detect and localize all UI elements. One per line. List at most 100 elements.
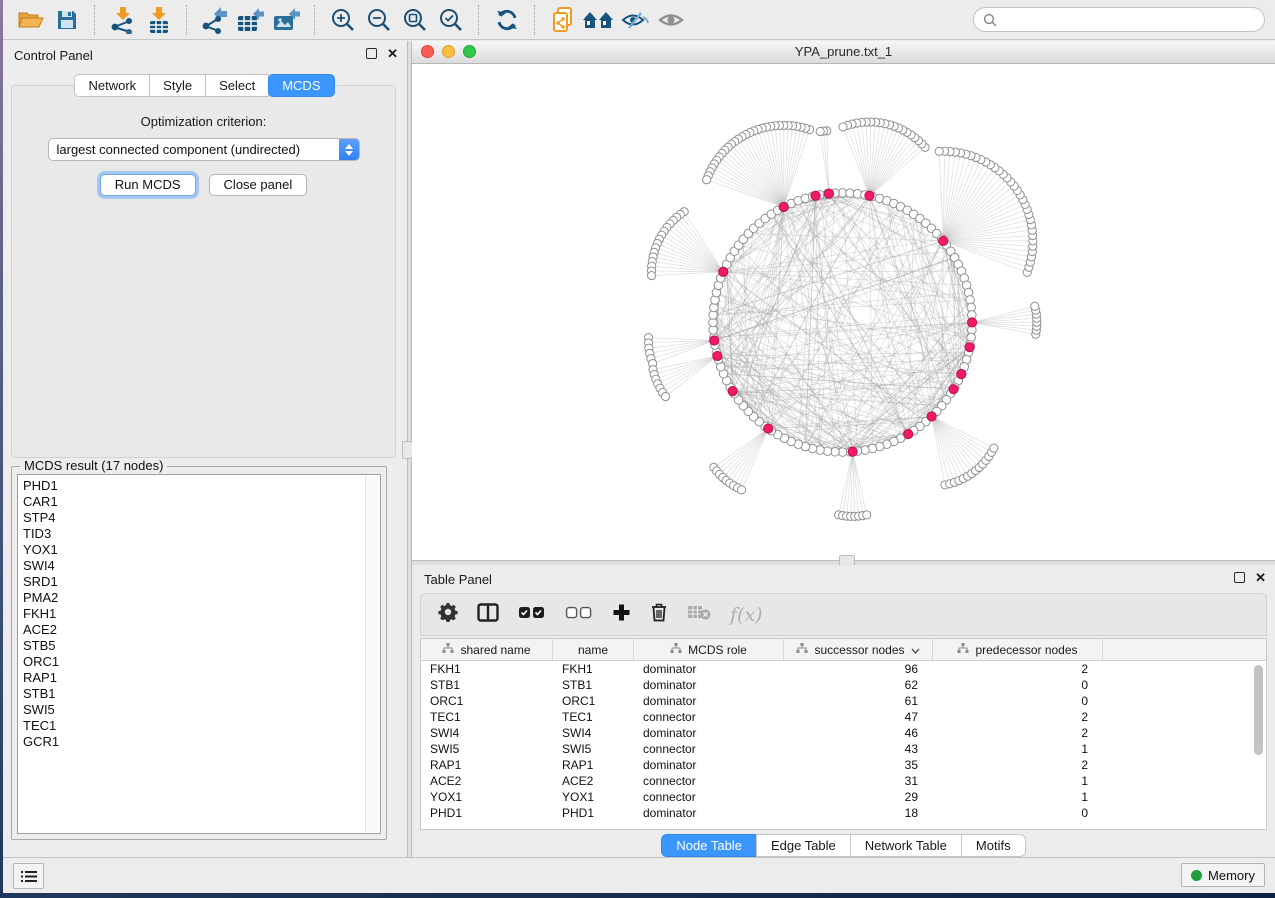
mcds-result-item[interactable]: GCR1 xyxy=(18,734,380,750)
mcds-node[interactable] xyxy=(719,267,728,276)
mcds-node[interactable] xyxy=(779,202,788,211)
table-cell[interactable]: 61 xyxy=(784,694,933,708)
table-cell[interactable]: RAP1 xyxy=(421,758,553,772)
table-cell[interactable]: YOX1 xyxy=(421,790,553,804)
network-node[interactable] xyxy=(1031,302,1039,310)
network-node[interactable] xyxy=(816,127,824,135)
table-cell[interactable]: 43 xyxy=(784,742,933,756)
mcds-result-item[interactable]: ACE2 xyxy=(18,622,380,638)
table-cell[interactable]: dominator xyxy=(634,806,784,820)
table-cell[interactable]: SWI5 xyxy=(421,742,553,756)
save-icon[interactable] xyxy=(49,4,85,36)
mcds-node[interactable] xyxy=(865,191,874,200)
zoom-selected-icon[interactable] xyxy=(433,4,469,36)
table-cell[interactable]: ORC1 xyxy=(553,694,634,708)
mcds-result-item[interactable]: CAR1 xyxy=(18,494,380,510)
clone-network-icon[interactable] xyxy=(545,4,581,36)
criterion-select[interactable]: largest connected component (undirected) xyxy=(48,138,360,161)
open-icon[interactable] xyxy=(13,4,49,36)
close-panel-button[interactable]: Close panel xyxy=(209,174,308,196)
table-cell[interactable]: TEC1 xyxy=(421,710,553,724)
table-row[interactable]: ORC1ORC1dominator610 xyxy=(421,693,1266,709)
table-cell[interactable]: RAP1 xyxy=(553,758,634,772)
table-cell[interactable]: 0 xyxy=(933,806,1103,820)
table-cell[interactable]: 46 xyxy=(784,726,933,740)
refresh-icon[interactable] xyxy=(489,4,525,36)
zoom-fit-icon[interactable] xyxy=(397,4,433,36)
column-header-predecessor-nodes[interactable]: predecessor nodes xyxy=(933,639,1103,660)
mcds-result-item[interactable]: ORC1 xyxy=(18,654,380,670)
mcds-result-item[interactable]: PMA2 xyxy=(18,590,380,606)
table-cell[interactable]: PHD1 xyxy=(553,806,634,820)
search-input[interactable] xyxy=(1002,11,1255,28)
table-cell[interactable]: connector xyxy=(634,710,784,724)
table-row[interactable]: PHD1PHD1dominator180 xyxy=(421,805,1266,821)
mcds-node[interactable] xyxy=(904,430,913,439)
export-network-icon[interactable] xyxy=(197,4,233,36)
mcds-node[interactable] xyxy=(710,336,719,345)
table-cell[interactable]: 0 xyxy=(933,678,1103,692)
mcds-node[interactable] xyxy=(949,385,958,394)
mcds-node[interactable] xyxy=(728,387,737,396)
mcds-result-item[interactable]: SWI4 xyxy=(18,558,380,574)
memory-button[interactable]: Memory xyxy=(1181,863,1265,887)
table-scrollbar[interactable] xyxy=(1253,661,1264,827)
table-cell[interactable]: PHD1 xyxy=(421,806,553,820)
table-row[interactable]: ACE2ACE2connector311 xyxy=(421,773,1266,789)
column-header-shared-name[interactable]: shared name xyxy=(421,639,553,660)
column-header-name[interactable]: name xyxy=(553,639,634,660)
table-cell[interactable]: connector xyxy=(634,742,784,756)
table-cell[interactable]: FKH1 xyxy=(421,662,553,676)
table-cell[interactable]: dominator xyxy=(634,758,784,772)
network-node[interactable] xyxy=(661,392,669,400)
node-table[interactable]: shared namenameMCDS rolesuccessor nodesp… xyxy=(420,638,1267,830)
column-header-MCDS-role[interactable]: MCDS role xyxy=(634,639,784,660)
mcds-result-item[interactable]: TEC1 xyxy=(18,718,380,734)
table-row[interactable]: YOX1YOX1connector291 xyxy=(421,789,1266,805)
mcds-result-item[interactable]: PHD1 xyxy=(18,478,380,494)
mcds-result-item[interactable]: FKH1 xyxy=(18,606,380,622)
mcds-result-item[interactable]: SRD1 xyxy=(18,574,380,590)
network-graph[interactable] xyxy=(412,64,1275,560)
network-node[interactable] xyxy=(737,486,745,494)
table-cell[interactable]: 18 xyxy=(784,806,933,820)
network-canvas[interactable] xyxy=(412,64,1275,560)
table-cell[interactable]: 31 xyxy=(784,774,933,788)
mcds-node[interactable] xyxy=(811,191,820,200)
float-table-panel-icon[interactable] xyxy=(1234,572,1245,583)
table-cell[interactable]: SWI4 xyxy=(421,726,553,740)
mcds-result-item[interactable]: YOX1 xyxy=(18,542,380,558)
network-node[interactable] xyxy=(703,176,711,184)
table-row[interactable]: SWI5SWI5connector431 xyxy=(421,741,1266,757)
float-panel-icon[interactable] xyxy=(366,48,377,59)
table-cell[interactable]: FKH1 xyxy=(553,662,634,676)
table-row[interactable]: FKH1FKH1dominator962 xyxy=(421,661,1266,677)
deselect-all-icon[interactable] xyxy=(565,606,593,624)
table-cell[interactable]: connector xyxy=(634,790,784,804)
mcds-node[interactable] xyxy=(965,343,974,352)
table-cell[interactable]: ACE2 xyxy=(421,774,553,788)
table-cell[interactable]: 2 xyxy=(933,662,1103,676)
table-cell[interactable]: 2 xyxy=(933,758,1103,772)
mcds-node[interactable] xyxy=(957,370,966,379)
tab-node-table[interactable]: Node Table xyxy=(661,834,757,857)
zoom-in-icon[interactable] xyxy=(325,4,361,36)
table-cell[interactable]: dominator xyxy=(634,726,784,740)
table-cell[interactable]: 1 xyxy=(933,790,1103,804)
mcds-result-item[interactable]: STB1 xyxy=(18,686,380,702)
table-row[interactable]: SWI4SWI4dominator462 xyxy=(421,725,1266,741)
network-node[interactable] xyxy=(990,444,998,452)
tab-style[interactable]: Style xyxy=(149,74,206,97)
table-cell[interactable]: 29 xyxy=(784,790,933,804)
mcds-result-item[interactable]: RAP1 xyxy=(18,670,380,686)
close-window-icon[interactable] xyxy=(421,45,434,58)
maximize-window-icon[interactable] xyxy=(463,45,476,58)
function-icon[interactable]: f(x) xyxy=(730,604,763,626)
hide-selected-icon[interactable] xyxy=(617,4,653,36)
run-mcds-button[interactable]: Run MCDS xyxy=(100,174,196,196)
table-row[interactable]: RAP1RAP1dominator352 xyxy=(421,757,1266,773)
table-cell[interactable]: 1 xyxy=(933,774,1103,788)
export-image-icon[interactable] xyxy=(269,4,305,36)
table-row[interactable]: TEC1TEC1connector472 xyxy=(421,709,1266,725)
zoom-out-icon[interactable] xyxy=(361,4,397,36)
